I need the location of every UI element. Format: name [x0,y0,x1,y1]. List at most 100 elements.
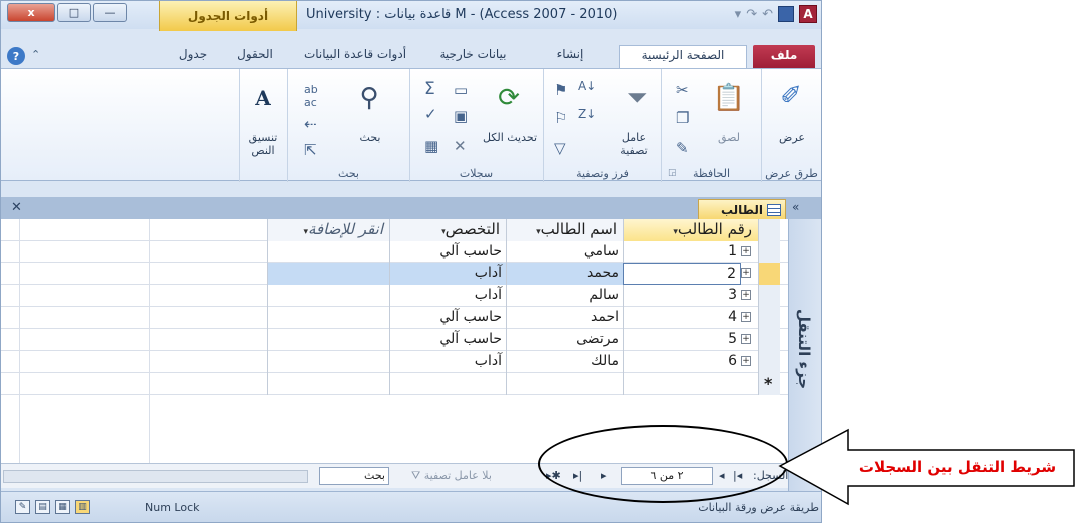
tab-fields[interactable]: الحقول [227,47,283,67]
cell-name[interactable]: مرتضى [506,329,623,351]
cell-student-id[interactable]: 6 [623,351,741,373]
view-button[interactable]: عرض [766,131,818,144]
paste-button[interactable]: لصق [702,131,756,144]
help-icon[interactable]: ? [7,47,25,65]
tab-table[interactable]: جدول [173,47,213,67]
minimize-ribbon-icon[interactable]: ⌃ [31,48,40,61]
binoculars-icon[interactable]: ⚲ [352,81,386,115]
refresh-all-button[interactable]: تحديث الكل [480,131,540,144]
more-records-icon[interactable]: ▦ [424,137,438,155]
column-header-name[interactable]: اسم الطالب▾ [506,219,623,241]
select-icon[interactable]: ⇱ [304,141,317,159]
cell-click-to-add[interactable] [267,307,389,329]
spelling-icon[interactable]: ✓ [424,105,437,123]
sort-descending-icon[interactable]: Z↓ [578,107,596,121]
cell-major[interactable]: حاسب آلي [389,329,506,351]
column-header-click-to-add[interactable]: انقر للإضافة▾ [267,219,389,241]
totals-icon[interactable]: Σ [424,79,435,99]
toggle-filter-icon[interactable]: ▽ [554,139,566,157]
cell-name[interactable]: احمد [506,307,623,329]
delete-record-icon[interactable]: ✕ [454,137,467,155]
format-painter-icon[interactable]: ✎ [676,139,689,157]
new-record-row[interactable]: * [1,373,788,395]
cell-student-id[interactable]: 3 [623,285,741,307]
paste-icon[interactable]: 📋 [712,81,746,115]
design-view-icon[interactable]: ✎ [15,500,30,514]
cell-student-id[interactable]: 1 [623,241,741,263]
tab-home[interactable]: الصفحة الرئيسية [619,45,747,69]
cell-click-to-add[interactable] [267,329,389,351]
table-row[interactable]: حاسب آلي مرتضى 5 + [1,329,788,351]
cell-click-to-add[interactable] [267,351,389,373]
sort-ascending-icon[interactable]: A↓ [578,79,596,93]
column-header-major[interactable]: التخصص▾ [389,219,506,241]
save-record-icon[interactable]: ▣ [454,107,468,125]
expand-subdatasheet-icon[interactable]: + [741,268,751,278]
cell-name[interactable]: محمد [506,263,623,285]
table-row[interactable]: حاسب آلي سامي 1 + [1,241,788,263]
tab-file[interactable]: ملف [753,45,815,69]
filter-funnel-icon[interactable]: ⏷ [620,81,654,115]
cell-click-to-add[interactable] [267,285,389,307]
table-row[interactable]: آداب مالك 6 + [1,351,788,373]
table-row[interactable]: آداب محمد 2 + [1,263,788,285]
record-selector[interactable] [758,285,780,307]
undo-icon[interactable]: ↶ [762,7,773,22]
cell-name[interactable]: سالم [506,285,623,307]
new-record-icon[interactable]: ▭ [454,81,468,99]
refresh-icon[interactable]: ⟳ [492,81,526,115]
expand-subdatasheet-icon[interactable]: + [741,356,751,366]
record-selector[interactable] [758,329,780,351]
expand-subdatasheet-icon[interactable]: + [741,334,751,344]
cell-major[interactable]: آداب [389,285,506,307]
record-selector[interactable] [758,241,780,263]
tab-students-table[interactable]: الطالب [698,199,786,219]
column-header-student-id[interactable]: رقم الطالب▾ [623,219,758,241]
cut-icon[interactable]: ✂ [676,81,689,99]
select-all-box[interactable] [758,219,780,241]
redo-icon[interactable]: ↷ [746,7,757,22]
replace-icon[interactable]: ab ac [304,83,318,109]
cell-major[interactable]: حاسب آلي [389,241,506,263]
minimize-window-button[interactable]: — [93,3,127,22]
maximize-window-button[interactable]: □ [57,3,91,22]
table-row[interactable]: آداب سالم 3 + [1,285,788,307]
customize-qat-icon[interactable]: ▾ [735,7,742,22]
filter-status[interactable]: ⛛ بلا عامل تصفية [411,469,492,483]
text-format-label[interactable]: تنسيق النص [240,131,286,157]
find-button[interactable]: بحث [346,131,394,144]
close-document-icon[interactable]: ✕ [11,200,22,215]
pivotchart-view-icon[interactable]: ▤ [35,500,50,514]
close-window-button[interactable]: x [7,3,55,22]
view-icon[interactable]: ✐ [774,79,808,113]
table-row[interactable]: حاسب آلي احمد 4 + [1,307,788,329]
expand-subdatasheet-icon[interactable]: + [741,290,751,300]
pivottable-view-icon[interactable]: ▦ [55,500,70,514]
expand-subdatasheet-icon[interactable]: + [741,312,751,322]
tab-external-data[interactable]: بيانات خارجية [423,47,523,67]
save-icon[interactable] [778,6,794,22]
copy-icon[interactable]: ❐ [676,109,689,127]
cell-major[interactable]: آداب [389,263,506,285]
access-logo-icon[interactable]: A [799,5,817,23]
cell-click-to-add[interactable] [267,263,389,285]
filter-button[interactable]: عامل تصفية [608,131,660,157]
text-format-icon[interactable]: A [246,81,280,115]
tab-database-tools[interactable]: أدوات قاعدة البيانات [293,47,417,67]
cell-student-id[interactable]: 5 [623,329,741,351]
expand-nav-pane-icon[interactable]: « [792,200,799,214]
goto-icon[interactable]: ⇠ [304,115,317,133]
expand-subdatasheet-icon[interactable]: + [741,246,751,256]
record-search-input[interactable]: بحث [319,467,389,485]
advanced-filter-icon[interactable]: ⚐ [554,109,567,127]
cell-click-to-add[interactable] [267,241,389,263]
record-selector[interactable] [758,263,780,285]
cell-student-id[interactable]: 4 [623,307,741,329]
cell-name[interactable]: مالك [506,351,623,373]
horizontal-scrollbar[interactable] [3,470,308,483]
record-selector[interactable] [758,351,780,373]
cell-student-id[interactable]: 2 [623,263,741,285]
cell-major[interactable]: حاسب آلي [389,307,506,329]
tab-create[interactable]: إنشاء [531,47,609,67]
cell-name[interactable]: سامي [506,241,623,263]
